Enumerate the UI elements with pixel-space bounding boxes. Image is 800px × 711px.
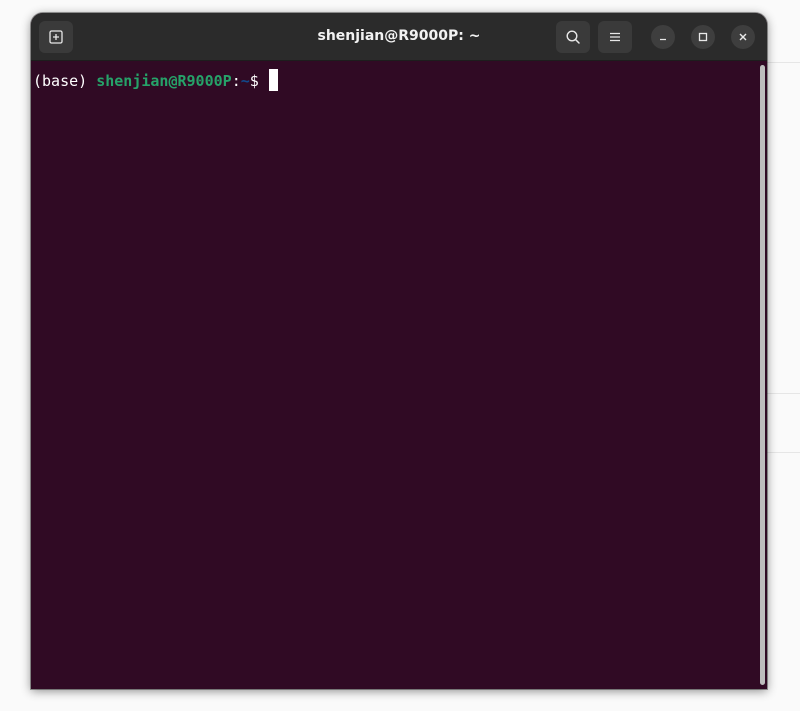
- search-icon: [566, 30, 580, 44]
- shell-prompt: (base) shenjian@R9000P:~$: [33, 69, 278, 91]
- maximize-icon: [698, 32, 708, 42]
- background-window-edge: [767, 452, 800, 453]
- background-window-edge: [767, 393, 800, 394]
- minimize-button[interactable]: [651, 25, 675, 49]
- background-window-edge: [767, 62, 800, 63]
- close-button[interactable]: [731, 25, 755, 49]
- new-tab-button[interactable]: [39, 21, 73, 53]
- close-icon: [739, 33, 747, 41]
- title-bar[interactable]: shenjian@R9000P: ~: [31, 13, 767, 61]
- text-cursor: [268, 69, 278, 91]
- user-host: shenjian@R9000P: [96, 72, 232, 90]
- scrollbar[interactable]: [760, 65, 765, 685]
- maximize-button[interactable]: [691, 25, 715, 49]
- hamburger-menu-icon: [610, 32, 620, 42]
- current-path: ~: [240, 72, 250, 90]
- prompt-symbol: $: [249, 72, 268, 90]
- conda-env-label: (base): [33, 72, 97, 90]
- terminal-window: shenjian@R9000P: ~ (base) shenjian@R9000…: [31, 13, 767, 689]
- minimize-icon: [660, 38, 666, 41]
- terminal-output-area[interactable]: (base) shenjian@R9000P:~$: [31, 61, 759, 689]
- prompt-colon: :: [231, 72, 241, 90]
- new-tab-icon: [49, 30, 63, 44]
- menu-button[interactable]: [598, 21, 632, 53]
- search-button[interactable]: [556, 21, 590, 53]
